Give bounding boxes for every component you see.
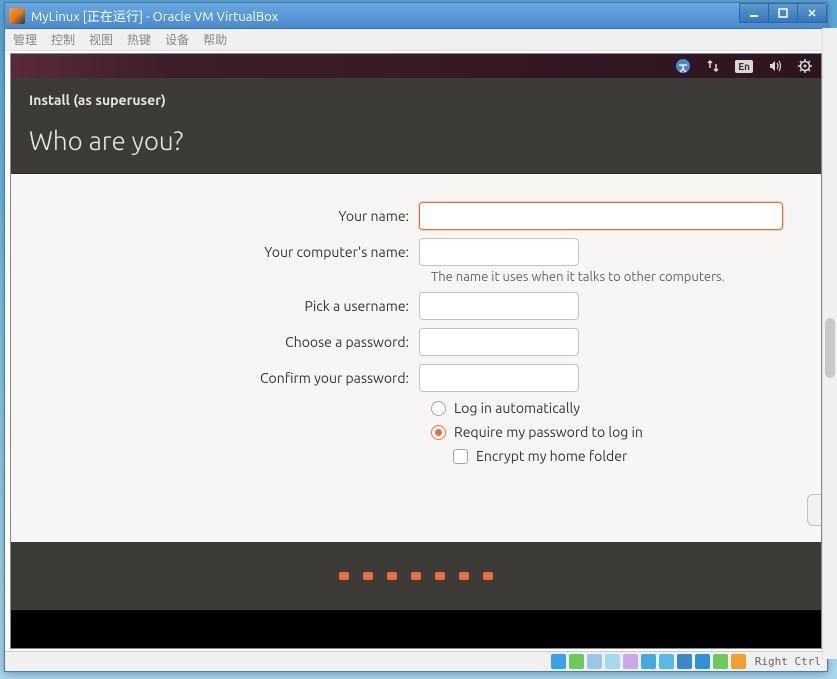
window-title: MyLinux [正在运行] - Oracle VM VirtualBox [31, 6, 278, 25]
menu-device[interactable]: 设备 [165, 31, 189, 48]
progress-dot [339, 572, 349, 580]
password-input[interactable] [419, 328, 579, 356]
menu-bar: 管理 控制 视图 热键 设备 帮助 [5, 29, 827, 51]
status-keyboard-icon[interactable] [713, 654, 728, 669]
require-password-radio[interactable] [431, 425, 446, 440]
progress-dot [411, 572, 421, 580]
status-audio-icon[interactable] [659, 654, 674, 669]
virtualbox-icon [9, 8, 25, 24]
status-usb-icon[interactable] [587, 654, 602, 669]
menu-control[interactable]: 控制 [51, 31, 75, 48]
encrypt-home-checkbox[interactable] [453, 449, 468, 464]
input-method-badge[interactable]: En [735, 60, 753, 73]
confirm-password-input[interactable] [419, 364, 579, 392]
vbox-status-bar: Right Ctrl [5, 651, 827, 671]
window-controls [740, 3, 827, 23]
host-key-indicator: Right Ctrl [755, 655, 821, 668]
installer-heading: Who are you? [29, 126, 803, 155]
status-mouse-icon[interactable] [695, 654, 710, 669]
status-clipboard-icon[interactable] [731, 654, 746, 669]
login-options: Log in automatically Require my password… [431, 400, 803, 464]
auto-login-radio[interactable] [431, 401, 446, 416]
vbox-window: MyLinux [正在运行] - Oracle VM VirtualBox 管理… [4, 2, 828, 672]
username-input[interactable] [419, 292, 579, 320]
menu-manage[interactable]: 管理 [13, 31, 37, 48]
volume-icon[interactable] [767, 58, 783, 74]
minimize-button[interactable] [739, 3, 769, 23]
status-hard-disk-icon[interactable] [551, 654, 566, 669]
close-button[interactable] [797, 3, 827, 23]
computer-name-input[interactable] [419, 238, 579, 266]
computer-name-hint: The name it uses when it talks to other … [431, 270, 725, 284]
progress-dot [363, 572, 373, 580]
require-password-label: Require my password to log in [454, 424, 643, 440]
installer-header: Install (as superuser) Who are you? [11, 78, 821, 174]
your-name-label: Your name: [29, 208, 419, 224]
computer-name-label: Your computer's name: [29, 244, 419, 260]
installer-form: Your name: Your computer's name: The nam… [11, 174, 821, 542]
your-name-input[interactable] [419, 202, 783, 230]
encrypt-home-label: Encrypt my home folder [476, 448, 627, 464]
password-label: Choose a password: [29, 334, 419, 350]
installer-subtitle: Install (as superuser) [29, 92, 803, 108]
gear-icon[interactable] [797, 58, 813, 74]
menu-help[interactable]: 帮助 [203, 31, 227, 48]
status-shared-folder-icon[interactable] [605, 654, 620, 669]
installer-progress-dots [11, 542, 821, 610]
progress-dot [435, 572, 445, 580]
menu-view[interactable]: 视图 [89, 31, 113, 48]
username-label: Pick a username: [29, 298, 419, 314]
status-optical-icon[interactable] [569, 654, 584, 669]
progress-dot [459, 572, 469, 580]
menu-hotkeys[interactable]: 热键 [127, 31, 151, 48]
guest-display: En Install (as superuser) Who are you? Y… [10, 53, 822, 649]
network-icon[interactable] [705, 58, 721, 74]
scrollbar-thumb[interactable] [825, 318, 835, 378]
confirm-password-label: Confirm your password: [29, 370, 419, 386]
maximize-button[interactable] [768, 3, 798, 23]
status-network-icon[interactable] [641, 654, 656, 669]
status-video-capture-icon[interactable] [677, 654, 692, 669]
status-display-icon[interactable] [623, 654, 638, 669]
title-bar[interactable]: MyLinux [正在运行] - Oracle VM VirtualBox [5, 3, 827, 29]
page-scrollbar[interactable] [822, 28, 837, 659]
progress-dot [387, 572, 397, 580]
auto-login-label: Log in automatically [454, 400, 580, 416]
continue-button[interactable] [807, 494, 821, 526]
ubuntu-top-panel: En [11, 54, 821, 78]
progress-dot [483, 572, 493, 580]
accessibility-icon[interactable] [675, 58, 691, 74]
